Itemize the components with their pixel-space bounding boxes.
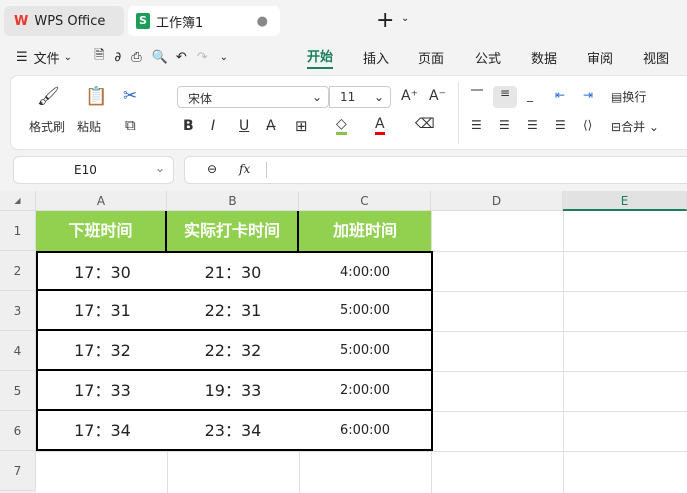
strikethrough-icon[interactable]: A̶ [266,118,276,134]
unsaved-dot-icon: ● [256,13,268,29]
select-all-button[interactable]: ◢ [0,191,36,211]
redo-icon[interactable]: ↷ [197,50,208,65]
border-icon[interactable]: ⊞ [295,117,308,135]
data-cell[interactable]: 17：32 [36,331,169,371]
sheet-grid[interactable]: 下班时间 17：30 17：31 17：32 17：33 17：34 实际打卡时间 21：30… [36,211,687,493]
data-cell[interactable]: 5:00:00 [299,291,433,331]
data-cell[interactable]: 17：30 [36,251,169,291]
wrap-text-button[interactable]: ▤换行 [611,88,646,105]
ribbon: 🖌 格式刷 📋 粘贴 ✂ ⧉ 宋体 ⌄ 11 ⌄ A⁺ A⁻ B I U A̶ ⊞ … [10,75,687,150]
wps-logo-icon: W [14,13,29,29]
format-painter-icon[interactable]: 🖌 [37,86,60,107]
fill-color-icon[interactable]: ◇ [336,116,347,135]
tab-data[interactable]: 数据 [531,48,557,67]
row-header[interactable]: 3 [0,291,36,331]
data-cell[interactable]: 22：32 [167,331,301,371]
chevron-down-icon: ⌄ [311,90,322,104]
data-cell[interactable]: 21：30 [167,251,301,291]
eraser-icon[interactable]: ⌫ [415,116,435,132]
undo-icon[interactable]: ↶ [176,50,187,65]
tab-home[interactable]: 开始 [307,46,334,69]
chevron-down-icon[interactable]: ⌄ [401,13,409,24]
increase-font-icon[interactable]: A⁺ [401,88,418,104]
row-header[interactable]: 1 [0,211,36,251]
align-center-icon[interactable]: ☰ [499,118,510,132]
align-top-icon[interactable]: ⎺ [471,88,483,103]
data-cell[interactable]: 6:00:00 [299,411,433,451]
column-header-b[interactable]: B [167,191,299,211]
row-header[interactable]: 7 [0,451,36,491]
font-size-select[interactable]: 11 ⌄ [329,86,391,108]
font-name-select[interactable]: 宋体 ⌄ [177,86,329,108]
data-cell[interactable]: 5:00:00 [299,331,433,371]
decrease-indent-icon[interactable]: ⇤ [555,88,565,102]
decrease-font-icon[interactable]: A⁻ [429,88,446,104]
fx-button[interactable]: fx [239,162,250,176]
save-icon[interactable]: 🗎 [94,46,104,68]
chevron-down-icon: ⌄ [154,161,165,175]
tab-workbook[interactable]: S 工作簿1 ● [128,6,280,36]
tab-review[interactable]: 审阅 [587,48,613,67]
column-header-a[interactable]: A [36,191,167,211]
file-menu[interactable]: 文件 [34,48,60,67]
scissors-icon[interactable]: ✂ [123,86,137,106]
increase-indent-icon[interactable]: ⇥ [583,88,593,102]
font-color-icon[interactable]: A [375,116,385,135]
column-header-d[interactable]: D [431,191,563,211]
distributed-icon[interactable]: ⟨⟩ [583,118,592,132]
chevron-down-icon[interactable]: ⌄ [64,52,72,63]
bold-button[interactable]: B [183,118,194,134]
data-cell[interactable]: 17：33 [36,371,169,411]
data-cell[interactable]: 17：34 [36,411,169,451]
zoom-icon[interactable]: ⊖ [207,162,217,176]
row-header[interactable]: 4 [0,331,36,371]
row-header[interactable]: 5 [0,371,36,411]
column-header-c[interactable]: C [299,191,431,211]
tab-insert[interactable]: 插入 [363,48,389,67]
format-painter-button[interactable]: 格式刷 [29,118,65,135]
tab-page[interactable]: 页面 [418,48,444,67]
data-cell[interactable]: 19：33 [167,371,301,411]
header-cell[interactable]: 下班时间 [36,211,167,251]
tab-formula[interactable]: 公式 [475,48,501,67]
chevron-down-icon[interactable]: ⌄ [220,52,228,63]
align-middle-icon[interactable]: ≡ [493,86,517,108]
merge-icon: ⊟ [611,120,622,134]
header-cell[interactable]: 加班时间 [299,211,431,251]
italic-button[interactable]: I [211,118,215,134]
tab-view[interactable]: 视图 [643,48,669,67]
paste-icon[interactable]: 📋 [85,86,107,107]
column-header-e[interactable]: E [563,191,687,211]
header-cell[interactable]: 实际打卡时间 [167,211,299,251]
justify-icon[interactable]: ☰ [555,118,566,132]
copy-icon[interactable]: ⧉ [125,116,136,134]
underline-button[interactable]: U [239,118,249,134]
tab-wps-office[interactable]: W WPS Office [4,6,124,36]
paste-button[interactable]: 粘贴 [77,118,101,135]
merge-button[interactable]: ⊟合并 ⌄ [611,118,659,135]
data-cell[interactable]: 22：31 [167,291,301,331]
align-right-icon[interactable]: ☰ [527,118,538,132]
print-preview-icon[interactable]: 🔍 [152,50,168,65]
print-icon[interactable]: ⎙ [131,50,141,65]
row-header[interactable]: 2 [0,251,36,291]
data-cell[interactable]: 4:00:00 [299,251,433,291]
data-cell[interactable]: 23：34 [167,411,301,451]
link-icon[interactable]: ∂ [115,50,122,65]
align-bottom-icon[interactable]: _ [527,88,533,102]
wrap-icon: ▤ [611,90,623,104]
row-header[interactable]: 6 [0,411,36,451]
spreadsheet-icon: S [136,13,150,29]
data-cell[interactable]: 17：31 [36,291,169,331]
new-tab-button[interactable]: + [376,8,394,33]
chevron-down-icon: ⌄ [373,90,384,104]
align-left-icon[interactable]: ☰ [471,118,482,132]
name-box[interactable]: E10 ⌄ [13,156,174,184]
menu-icon[interactable]: ☰ [16,50,28,65]
formula-input[interactable]: ⊖ fx [184,156,687,184]
data-cell[interactable]: 2:00:00 [299,371,433,411]
